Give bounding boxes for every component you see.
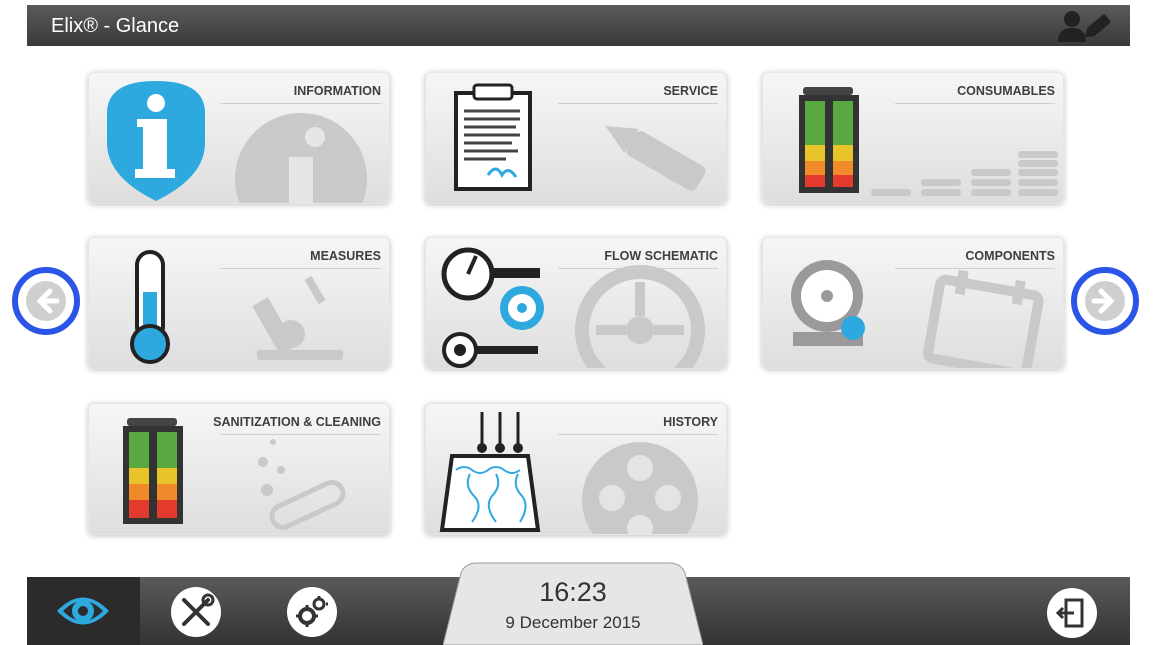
arrow-left-icon[interactable]	[11, 266, 81, 336]
tile-label: FLOW SCHEMATIC	[604, 249, 718, 263]
tile-service[interactable]: SERVICE	[425, 72, 727, 204]
divider	[221, 103, 381, 104]
tile-components[interactable]: COMPONENTS	[762, 237, 1064, 369]
logout-icon[interactable]	[1046, 587, 1098, 639]
divider	[895, 268, 1055, 269]
divider	[558, 268, 718, 269]
divider	[221, 434, 381, 435]
divider	[558, 103, 718, 104]
tools-icon[interactable]	[170, 586, 222, 638]
tile-consumables[interactable]: CONSUMABLES	[762, 72, 1064, 204]
tile-label: HISTORY	[663, 415, 718, 429]
tile-information[interactable]: INFORMATION	[88, 72, 390, 204]
divider	[221, 268, 381, 269]
tile-history[interactable]: HISTORY	[425, 403, 727, 535]
gears-icon[interactable]	[286, 586, 338, 638]
tile-flow-schematic[interactable]: FLOW SCHEMATIC	[425, 237, 727, 369]
tile-sanitization-cleaning[interactable]: SANITIZATION & CLEANING	[88, 403, 390, 535]
tile-label: MEASURES	[310, 249, 381, 263]
clock-time: 16:23	[539, 577, 607, 607]
user-edit-icon[interactable]	[1046, 8, 1118, 44]
app-title: Elix® - Glance	[51, 15, 180, 37]
tile-label: SANITIZATION & CLEANING	[213, 415, 381, 429]
clock-panel: 16:23 9 December 2015	[443, 561, 703, 645]
divider	[895, 103, 1055, 104]
tile-measures[interactable]: MEASURES	[88, 237, 390, 369]
tile-label: CONSUMABLES	[957, 84, 1055, 98]
eye-icon[interactable]	[55, 586, 111, 636]
clock-date: 9 December 2015	[505, 613, 641, 632]
tile-label: COMPONENTS	[965, 249, 1055, 263]
arrow-right-icon[interactable]	[1070, 266, 1140, 336]
tile-label: SERVICE	[663, 84, 718, 98]
divider	[558, 434, 718, 435]
tile-label: INFORMATION	[293, 84, 381, 98]
top-bar: Elix® - Glance	[27, 5, 1130, 46]
